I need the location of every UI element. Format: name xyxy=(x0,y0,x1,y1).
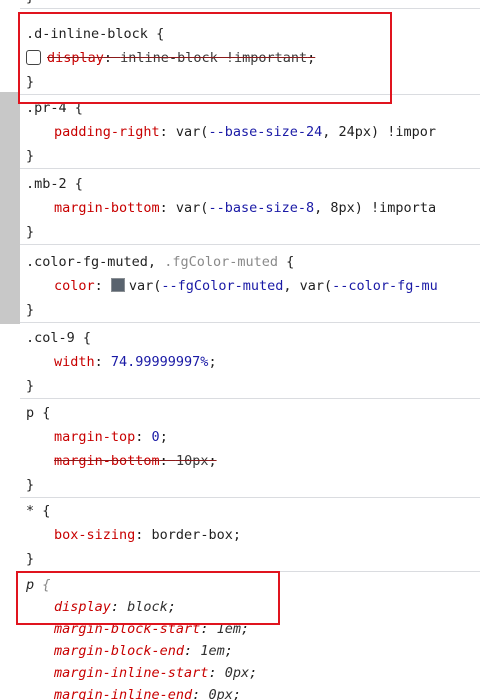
scrollbar-thumb[interactable] xyxy=(0,92,20,324)
color-swatch-icon[interactable] xyxy=(110,278,125,292)
declaration-color[interactable]: color: var(--fgColor-muted, var(--color-… xyxy=(20,274,480,298)
style-rule-col-9[interactable]: .col-9 { width: 74.99999997%; } xyxy=(20,326,480,399)
declaration-width[interactable]: width: 74.99999997%; xyxy=(20,350,480,374)
rule-selector[interactable]: .mb-2 xyxy=(26,176,67,192)
rule-selector[interactable]: .color-fg-muted xyxy=(26,254,148,270)
declaration-margin-inline-start[interactable]: margin-inline-start: 0px; xyxy=(20,662,480,684)
styles-pane: } .d-inline-block { display: inline-bloc… xyxy=(20,0,480,700)
style-rule-color-fg-muted[interactable]: .color-fg-muted, .fgColor-muted { color:… xyxy=(20,250,480,323)
style-rule-mb-2[interactable]: .mb-2 { margin-bottom: var(--base-size-8… xyxy=(20,172,480,245)
declaration-margin-inline-end[interactable]: margin-inline-end: 0px; xyxy=(20,684,480,700)
declaration-margin-block-end[interactable]: margin-block-end: 1em; xyxy=(20,640,480,662)
declaration-box-sizing[interactable]: box-sizing: border-box; xyxy=(20,523,480,547)
style-rule-p[interactable]: p { margin-top: 0; margin-bottom: 10px; … xyxy=(20,401,480,498)
style-rule-pr-4[interactable]: .pr-4 { padding-right: var(--base-size-2… xyxy=(20,96,480,169)
declaration-display[interactable]: display: block; xyxy=(20,596,480,618)
declaration-margin-block-start[interactable]: margin-block-start: 1em; xyxy=(20,618,480,640)
declaration-margin-bottom[interactable]: margin-bottom: var(--base-size-8, 8px) !… xyxy=(20,196,480,220)
rule-selector[interactable]: .pr-4 xyxy=(26,100,67,116)
style-rule-user-agent-p[interactable]: p { display: block; margin-block-start: … xyxy=(20,574,480,700)
previous-rule: } xyxy=(20,0,480,9)
declaration-margin-bottom-overridden[interactable]: margin-bottom: 10px; xyxy=(20,449,480,473)
style-rule-universal[interactable]: * { box-sizing: border-box; } xyxy=(20,499,480,572)
declaration-toggle-checkbox[interactable] xyxy=(26,50,41,65)
rule-selector[interactable]: .col-9 xyxy=(26,330,75,346)
declaration-padding-right[interactable]: padding-right: var(--base-size-24, 24px)… xyxy=(20,120,480,144)
rule-selector[interactable]: p xyxy=(26,405,34,421)
rule-selector[interactable]: p xyxy=(26,577,34,593)
declaration-display[interactable]: display: inline-block !important; xyxy=(20,46,480,70)
style-rule-d-inline-block[interactable]: .d-inline-block { display: inline-block … xyxy=(20,22,480,95)
rule-selector[interactable]: .d-inline-block xyxy=(26,26,148,42)
rule-selector[interactable]: * xyxy=(26,503,34,519)
declaration-margin-top[interactable]: margin-top: 0; xyxy=(20,425,480,449)
rule-selector-unmatched[interactable]: .fgColor-muted xyxy=(164,254,278,270)
